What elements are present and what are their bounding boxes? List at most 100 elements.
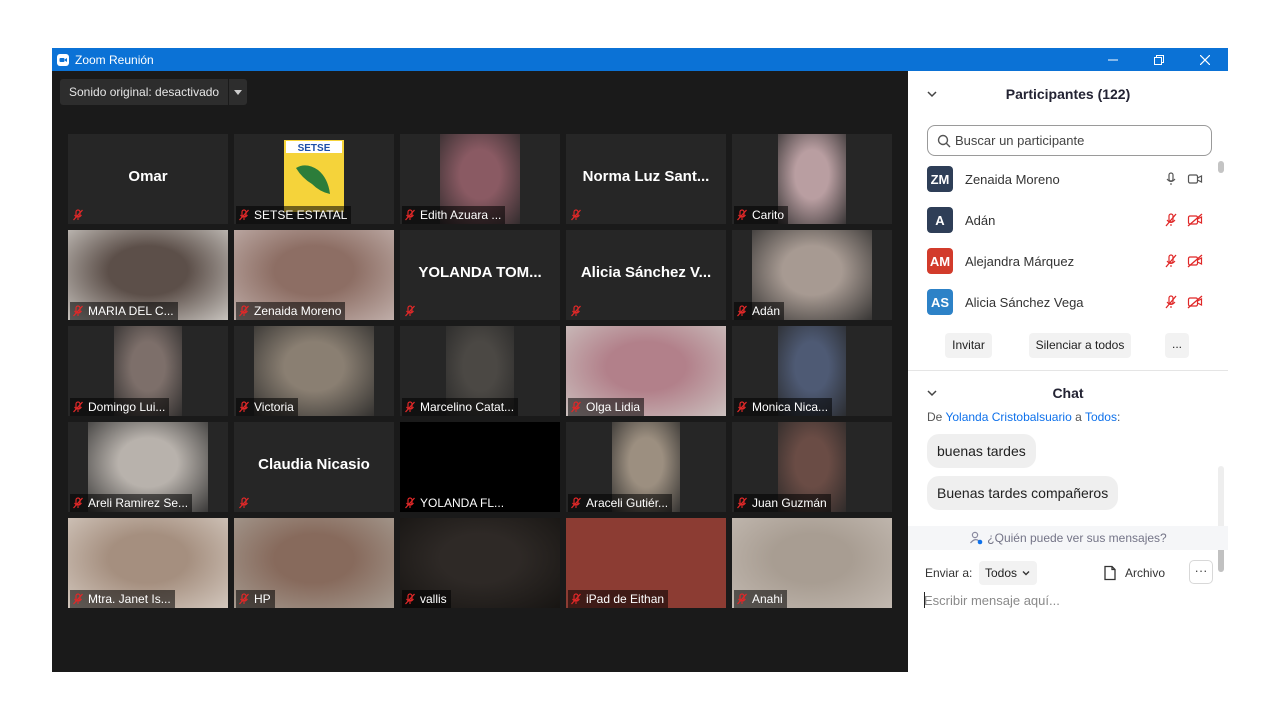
participants-scrollbar[interactable]: [1218, 161, 1224, 321]
mute-all-button[interactable]: Silenciar a todos: [1029, 333, 1131, 358]
participant-name-large: Alicia Sánchez V...: [580, 264, 712, 281]
video-tile[interactable]: Alicia Sánchez V...: [566, 230, 726, 320]
mic-muted-icon: [571, 593, 581, 605]
avatar: AM: [927, 248, 953, 274]
participant-name: Olga Lidia: [586, 400, 641, 414]
who-can-see-link[interactable]: ¿Quién puede ver sus mensajes?: [908, 526, 1228, 550]
participant-label: Victoria: [236, 398, 298, 416]
video-tile[interactable]: Monica Nica...: [732, 326, 892, 416]
video-tile[interactable]: Carito: [732, 134, 892, 224]
participant-label: Zenaida Moreno: [236, 302, 346, 320]
video-tile[interactable]: Domingo Lui...: [68, 326, 228, 416]
mic-muted-icon[interactable]: [1163, 294, 1179, 310]
original-sound-toggle[interactable]: Sonido original: desactivado: [60, 79, 248, 105]
chat-title: Chat: [1052, 385, 1084, 401]
participant-name-large: Omar: [128, 168, 168, 185]
restore-button[interactable]: [1136, 48, 1182, 71]
video-off-icon[interactable]: [1187, 253, 1203, 269]
video-tile[interactable]: Mtra. Janet Is...: [68, 518, 228, 608]
mic-muted-icon[interactable]: [1163, 212, 1179, 228]
text-caret: [924, 592, 925, 608]
participant-label: HP: [236, 590, 275, 608]
participant-row[interactable]: AM Alejandra Márquez: [927, 248, 1207, 274]
participant-row[interactable]: A Adán: [927, 207, 1207, 233]
video-tile[interactable]: Edith Azuara ...: [400, 134, 560, 224]
video-tile[interactable]: Marcelino Catat...: [400, 326, 560, 416]
participant-label: Olga Lidia: [568, 398, 645, 416]
video-tile[interactable]: Areli Ramirez Se...: [68, 422, 228, 512]
mic-muted-icon: [239, 209, 249, 221]
participant-label: MARIA DEL C...: [70, 302, 178, 320]
mic-muted-icon: [73, 593, 83, 605]
video-tile[interactable]: Olga Lidia: [566, 326, 726, 416]
participant-list-name: Alejandra Márquez: [965, 253, 1075, 269]
chat-scrollbar[interactable]: [1218, 466, 1224, 572]
file-button[interactable]: Archivo: [1102, 561, 1165, 585]
participant-label: vallis: [402, 590, 451, 608]
participant-name: MARIA DEL C...: [88, 304, 174, 318]
mic-muted-icon: [73, 209, 83, 221]
invite-button[interactable]: Invitar: [945, 333, 992, 358]
video-tile[interactable]: Zenaida Moreno: [234, 230, 394, 320]
to-word: a: [1075, 410, 1082, 424]
participant-name-large: Norma Luz Sant...: [582, 168, 710, 185]
close-button[interactable]: [1182, 48, 1228, 71]
avatar: A: [927, 207, 953, 233]
participant-label: [568, 206, 590, 224]
video-tile[interactable]: HP: [234, 518, 394, 608]
participant-label: Araceli Gutiér...: [568, 494, 673, 512]
mic-muted-icon: [73, 497, 83, 509]
participant-list-name: Adán: [965, 212, 996, 228]
video-tile[interactable]: Anahi: [732, 518, 892, 608]
video-tile[interactable]: SETSE SETSE ESTATAL: [234, 134, 394, 224]
video-tile[interactable]: YOLANDA FL...: [400, 422, 560, 512]
video-tile[interactable]: Juan Guzmán: [732, 422, 892, 512]
participant-name: Adán: [752, 304, 781, 318]
chat-sender-line: De Yolanda Cristobalsuario a Todos:: [927, 410, 1121, 424]
mic-muted-icon[interactable]: [1163, 253, 1179, 269]
more-participant-options-button[interactable]: ...: [1165, 333, 1189, 358]
video-tile[interactable]: Victoria: [234, 326, 394, 416]
video-off-icon[interactable]: [1187, 294, 1203, 310]
video-tile[interactable]: Norma Luz Sant...: [566, 134, 726, 224]
participant-name: Monica Nica...: [752, 400, 829, 414]
participant-label: Mtra. Janet Is...: [70, 590, 175, 608]
zoom-window: Zoom Reunión Sonido original: desactivad…: [52, 48, 1228, 672]
video-off-icon[interactable]: [1187, 212, 1203, 228]
participant-label: [568, 302, 590, 320]
mic-muted-icon: [571, 305, 581, 317]
chat-message: buenas tardes: [927, 434, 1036, 468]
video-tile[interactable]: vallis: [400, 518, 560, 608]
video-tile[interactable]: MARIA DEL C...: [68, 230, 228, 320]
participant-label: SETSE ESTATAL: [236, 206, 352, 224]
chevron-down-icon[interactable]: [229, 79, 247, 105]
mic-muted-icon: [405, 209, 415, 221]
participant-name: vallis: [420, 592, 447, 606]
video-tile[interactable]: YOLANDA TOM...: [400, 230, 560, 320]
svg-text:SETSE: SETSE: [298, 143, 331, 154]
recipient-dropdown[interactable]: Todos: [979, 561, 1038, 585]
participant-name: HP: [254, 592, 271, 606]
person-lock-icon: [970, 531, 983, 545]
video-tile[interactable]: Omar: [68, 134, 228, 224]
minimize-button[interactable]: [1090, 48, 1136, 71]
mic-icon[interactable]: [1163, 171, 1179, 187]
video-tile[interactable]: Adán: [732, 230, 892, 320]
video-tile[interactable]: iPad de Eithan: [566, 518, 726, 608]
participant-label: iPad de Eithan: [568, 590, 669, 608]
participant-list-name: Zenaida Moreno: [965, 171, 1060, 187]
sender-name[interactable]: Yolanda Cristobalsuario: [945, 410, 1071, 424]
participant-name: Carito: [752, 208, 785, 222]
more-chat-options-button[interactable]: ···: [1189, 560, 1213, 584]
title-bar: Zoom Reunión: [52, 48, 1228, 71]
participant-row[interactable]: ZM Zenaida Moreno: [927, 166, 1207, 192]
video-camera-icon[interactable]: [1187, 171, 1203, 187]
file-label: Archivo: [1125, 566, 1166, 580]
participant-name: Araceli Gutiér...: [586, 496, 669, 510]
video-tile[interactable]: Claudia Nicasio: [234, 422, 394, 512]
participant-search[interactable]: Buscar un participante: [927, 125, 1212, 156]
video-tile[interactable]: Araceli Gutiér...: [566, 422, 726, 512]
participant-row[interactable]: AS Alicia Sánchez Vega: [927, 289, 1207, 315]
chat-message-input[interactable]: [924, 589, 1214, 611]
recipient-value: Todos: [985, 566, 1018, 580]
